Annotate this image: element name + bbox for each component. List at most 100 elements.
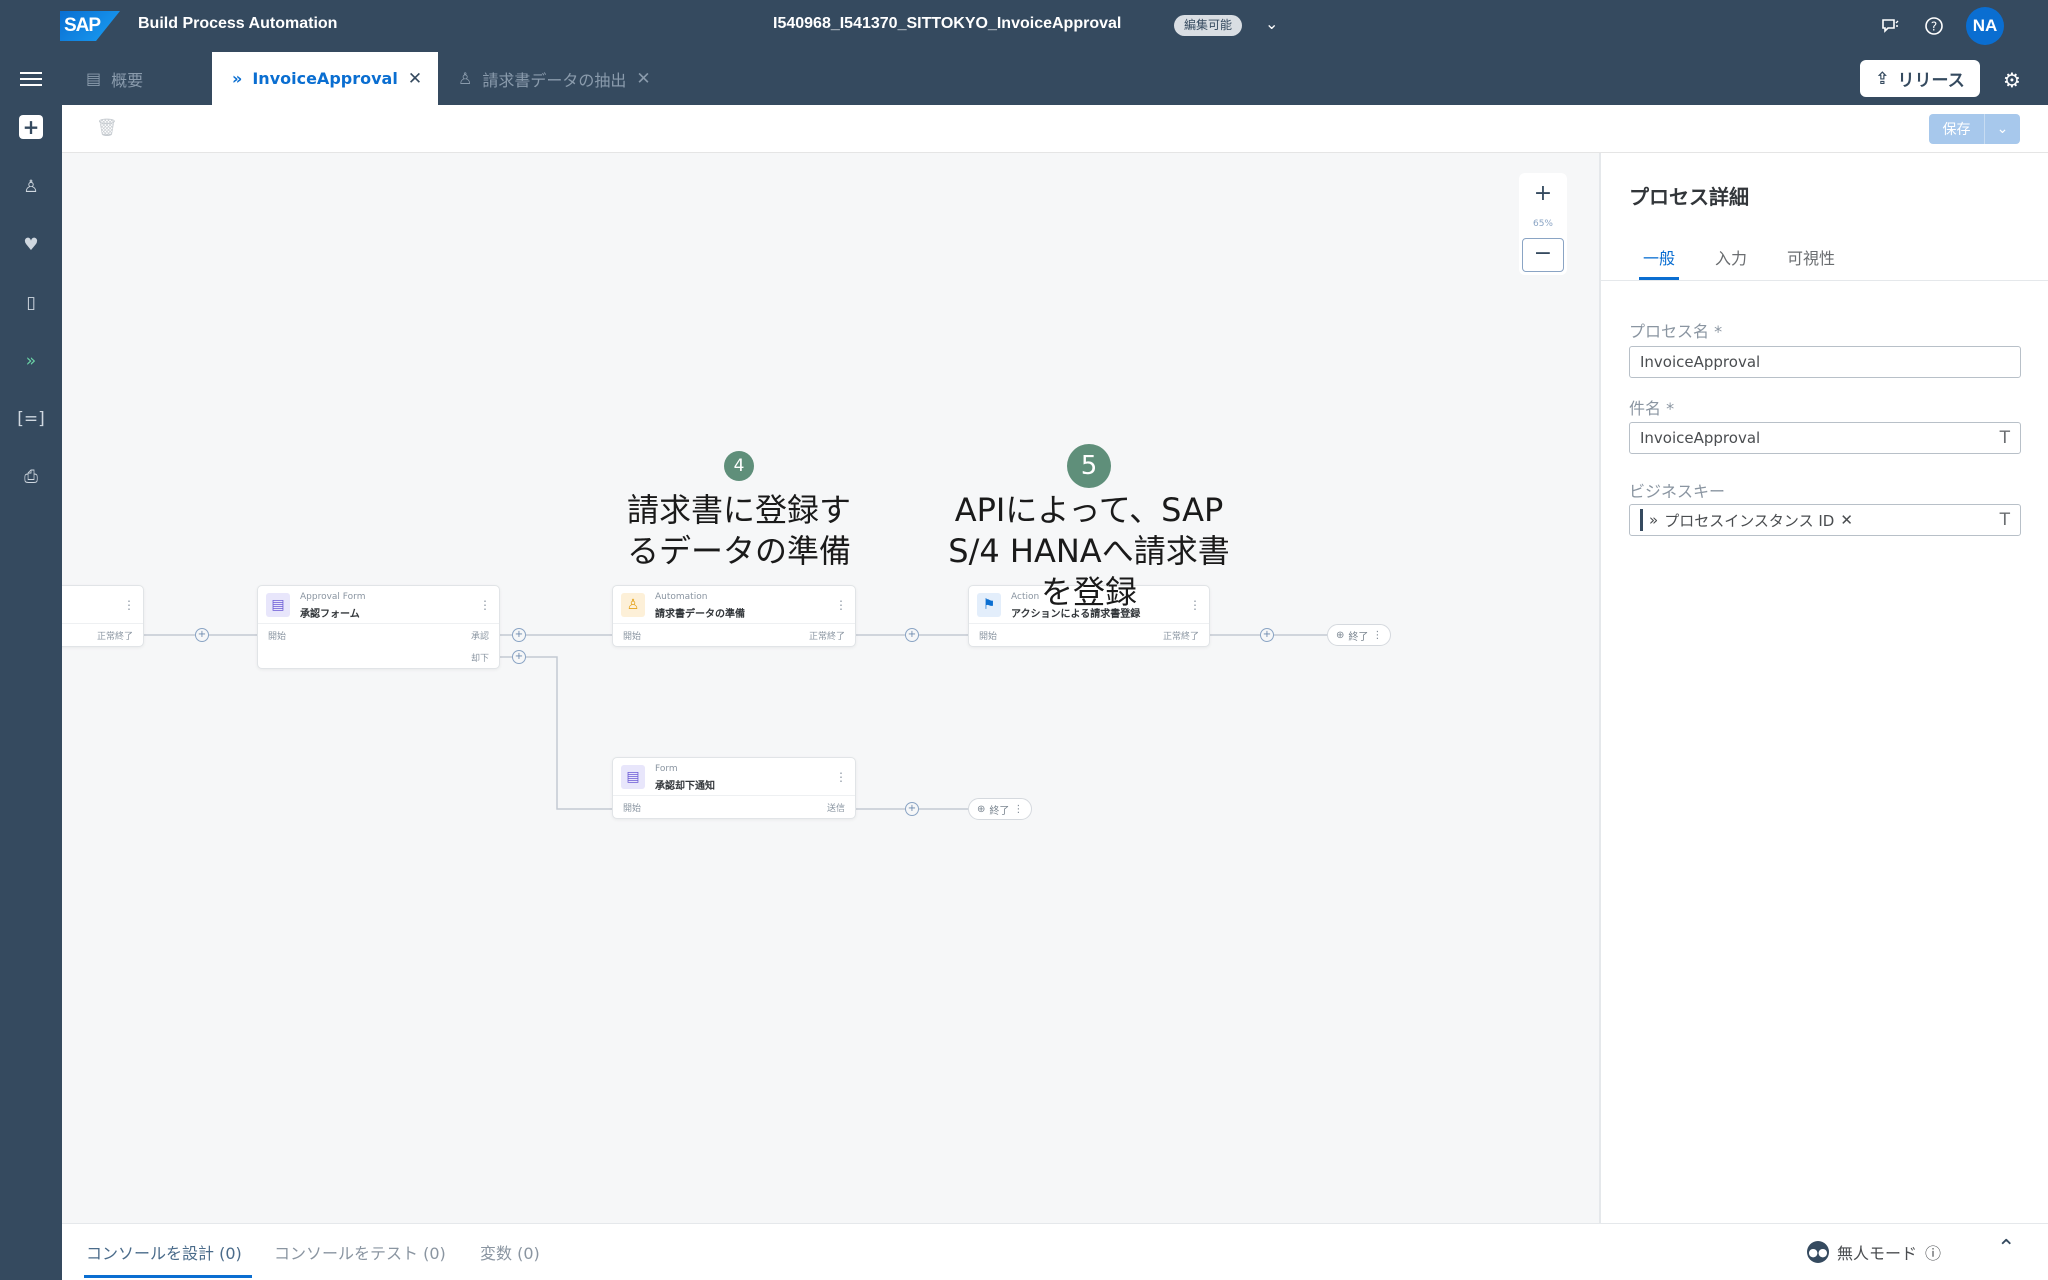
overview-icon: ▤: [86, 69, 102, 88]
panel-title: プロセス詳細: [1629, 185, 1749, 209]
field-label: 件名 *: [1629, 399, 1675, 418]
more-icon[interactable]: ⋮: [123, 598, 135, 612]
port-label: 正常終了: [808, 632, 845, 642]
more-icon[interactable]: ⋮: [835, 770, 847, 784]
chevron-down-icon[interactable]: ⌄: [1984, 114, 2020, 144]
add-step-icon[interactable]: +: [512, 628, 526, 642]
more-icon[interactable]: ⋮: [1013, 804, 1023, 815]
tab-visibility[interactable]: 可視性: [1787, 245, 1835, 269]
add-step-icon[interactable]: +: [905, 802, 919, 816]
help-icon[interactable]: ?: [1922, 14, 1946, 38]
hamburger-menu-icon[interactable]: [20, 68, 42, 88]
variable-token[interactable]: » プロセスインスタンス ID ✕: [1640, 509, 1859, 531]
end-event[interactable]: ⊕ 終了 ⋮: [968, 798, 1033, 820]
subject-field[interactable]: InvoiceApproval T: [1629, 422, 2021, 454]
chevron-up-icon[interactable]: ⌃: [1997, 1236, 2015, 1261]
variables-icon[interactable]: [=]: [17, 407, 45, 431]
zoom-in-button[interactable]: +: [1519, 173, 1567, 213]
editor-tab-bar: ▤ 概要 » InvoiceApproval ✕ ♙ 請求書データの抽出 ✕ ⇪…: [0, 52, 2048, 105]
automation-node[interactable]: ♙ Automation 請求書データの準備 ⋮ 開始 正常終了: [612, 585, 856, 647]
canvas-toolbar: 🗑 保存 ⌄: [62, 105, 2048, 153]
tab-extract-invoice-data[interactable]: ♙ 請求書データの抽出 ✕: [438, 52, 671, 105]
annotation-line: S/4 HANAへ請求書: [948, 532, 1230, 570]
create-plus-icon[interactable]: +: [19, 115, 43, 139]
process-nav-icon[interactable]: »: [19, 349, 43, 373]
add-step-icon[interactable]: +: [905, 628, 919, 642]
business-key-field[interactable]: » プロセスインスタンス ID ✕ T: [1629, 504, 2021, 536]
step-badge: 4: [724, 451, 754, 481]
process-icon: »: [232, 69, 243, 88]
more-icon[interactable]: ⋮: [1372, 630, 1382, 641]
node-header: ♙ Automation 請求書データの準備 ⋮: [613, 586, 855, 624]
more-icon[interactable]: ⋮: [479, 598, 491, 612]
end-label: 終了: [1348, 631, 1369, 643]
add-step-icon[interactable]: +: [512, 650, 526, 664]
flow-connectors: [62, 634, 1327, 810]
tab-design-console[interactable]: コンソールを設計 (0): [86, 1240, 242, 1264]
field-label: プロセス名 *: [1629, 322, 1723, 341]
tab-overview[interactable]: ▤ 概要: [66, 52, 163, 105]
text-format-icon[interactable]: T: [2000, 510, 2010, 530]
app-title: Build Process Automation: [138, 15, 338, 32]
port-label: 承認: [470, 632, 489, 642]
port-label: 送信: [826, 804, 845, 814]
node-header: ▤ Form 承認却下通知 ⋮: [613, 758, 855, 796]
form-icon: ▤: [266, 593, 290, 617]
tab-invoice-approval[interactable]: » InvoiceApproval ✕: [212, 52, 438, 105]
unattended-mode-toggle[interactable]: ●● 無人モード ⓘ: [1807, 1240, 1941, 1264]
process-name-field[interactable]: InvoiceApproval: [1629, 346, 2021, 378]
port-label: 開始: [979, 632, 998, 642]
sap-logo[interactable]: SAP: [60, 11, 120, 41]
add-step-icon[interactable]: +: [195, 628, 209, 642]
shell-bar: SAP Build Process Automation I540968_I54…: [0, 0, 2048, 52]
close-icon[interactable]: ✕: [1840, 511, 1853, 529]
node-footer: 開始 送信: [613, 796, 855, 818]
field-label: ビジネスキー: [1629, 482, 1726, 501]
handshake-icon[interactable]: ♥: [19, 233, 43, 257]
edit-mode-badge: 編集可能: [1174, 15, 1243, 36]
node-footer: 正常終了: [62, 624, 143, 646]
node-type: Approval Form: [300, 592, 366, 602]
process-canvas[interactable]: ⋮ 正常終了 + ▤ Approval Form 承認フォーム ⋮ 開始 承認 …: [62, 153, 1599, 1223]
zoom-out-button[interactable]: −: [1519, 235, 1567, 275]
text-format-icon[interactable]: T: [2000, 428, 2010, 448]
annotation-text: 請求書に登録す るデータの準備: [609, 490, 869, 572]
users-icon[interactable]: ♙: [19, 175, 43, 199]
more-icon[interactable]: ⋮: [835, 598, 847, 612]
rejection-form-node[interactable]: ▤ Form 承認却下通知 ⋮ 開始 送信: [612, 757, 856, 819]
settings-icon[interactable]: ⚙: [2003, 68, 2021, 92]
approval-form-node[interactable]: ▤ Approval Form 承認フォーム ⋮ 開始 承認 却下: [257, 585, 500, 669]
chevron-down-icon[interactable]: ⌄: [1265, 14, 1278, 33]
end-icon: ⊕: [1336, 629, 1345, 641]
port-label: 開始: [623, 804, 642, 814]
active-tab-indicator: [1639, 277, 1679, 280]
add-step-icon[interactable]: +: [1260, 628, 1274, 642]
document-icon[interactable]: ▯: [19, 291, 43, 315]
tab-inputs[interactable]: 入力: [1715, 245, 1747, 269]
end-event[interactable]: ⊕ 終了 ⋮: [1327, 624, 1392, 646]
automation-icon: ♙: [621, 593, 645, 617]
flow-node[interactable]: ⋮ 正常終了: [62, 585, 144, 647]
save-button[interactable]: 保存: [1929, 114, 1984, 144]
process-details-panel: プロセス詳細 一般 入力 可視性 プロセス名 * InvoiceApproval…: [1599, 153, 2048, 1223]
info-icon[interactable]: ⓘ: [1925, 1240, 1941, 1264]
close-icon[interactable]: ✕: [636, 69, 650, 89]
release-button[interactable]: ⇪ リリース: [1860, 60, 1980, 97]
tab-test-console[interactable]: コンソールをテスト (0): [274, 1240, 446, 1264]
tab-variables[interactable]: 変数 (0): [480, 1240, 540, 1264]
tab-general[interactable]: 一般: [1643, 245, 1675, 269]
port-label: 開始: [268, 632, 287, 642]
release-button-label: リリース: [1897, 71, 1965, 91]
form-icon: ▤: [621, 765, 645, 789]
node-header: ⋮: [62, 586, 143, 624]
delete-icon[interactable]: 🗑: [96, 118, 118, 138]
zoom-level: 65%: [1519, 213, 1567, 235]
avatar[interactable]: NA: [1966, 7, 2004, 45]
monitor-icon[interactable]: ⎙: [19, 465, 43, 489]
end-icon: ⊕: [977, 803, 986, 815]
project-title: I540968_I541370_SITTOKYO_InvoiceApproval: [773, 15, 1122, 32]
feedback-icon[interactable]: [1878, 14, 1902, 38]
close-icon[interactable]: ✕: [408, 69, 422, 89]
node-footer: 開始 正常終了: [969, 624, 1209, 646]
node-name: 承認却下通知: [655, 781, 715, 792]
